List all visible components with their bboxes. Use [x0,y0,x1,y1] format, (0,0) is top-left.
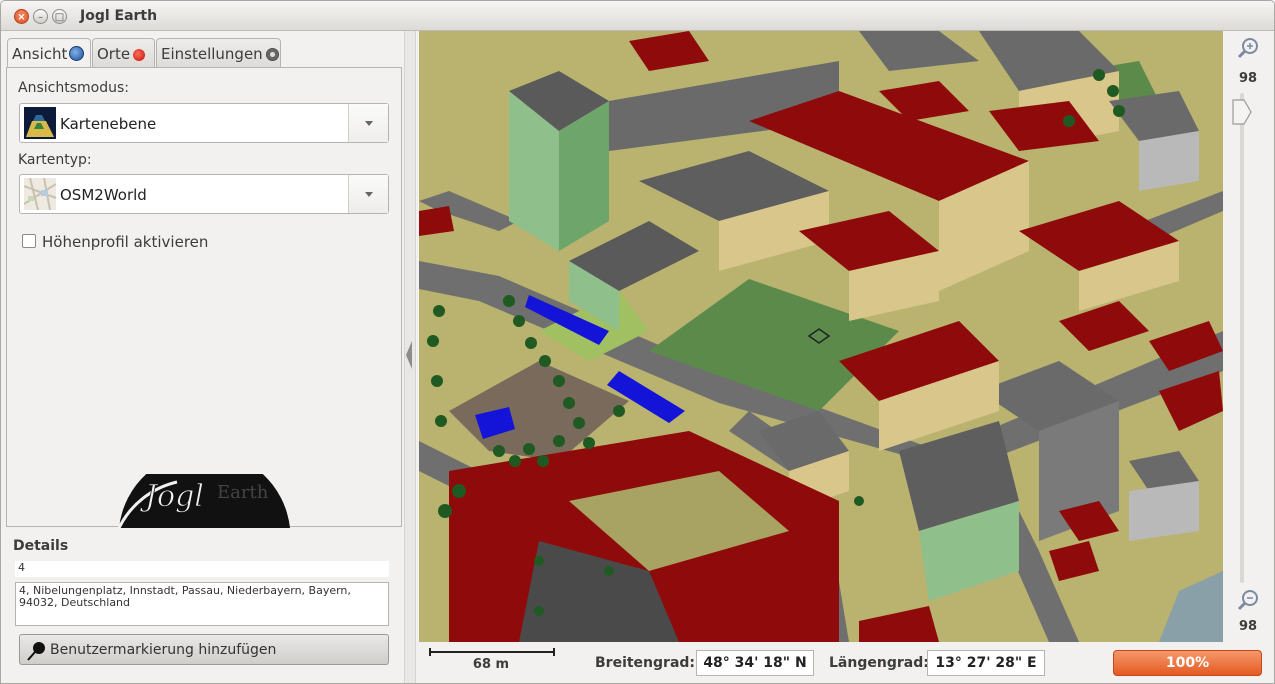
pin-icon [133,49,146,61]
latitude-field[interactable]: 48° 34' 18" N [696,650,814,676]
minimize-window-button[interactable]: – [33,9,48,24]
zoom-out-icon[interactable] [1237,589,1259,611]
map-type-label: Kartentyp: [18,152,92,168]
loading-progress-text: 100% [1165,655,1210,671]
maximize-window-button[interactable]: □ [52,9,67,24]
map-plane-icon [24,107,56,139]
view-mode-value: Kartenebene [60,115,157,133]
elevation-checkbox-label: Höhenprofil aktivieren [42,233,209,251]
tab-einstellungen[interactable]: Einstellungen [156,38,281,68]
longitude-field[interactable]: 13° 27' 28" E [927,650,1045,676]
map-thumbnail-icon [24,178,56,210]
tab-orte[interactable]: Orte [92,38,155,68]
tab-einstellungen-label: Einstellungen [161,45,263,63]
scale-label: 68 m [472,657,510,672]
details-number-field[interactable]: 4 [15,561,389,577]
zoom-slider-track[interactable] [1240,93,1244,583]
chevron-down-icon[interactable] [348,104,388,142]
panel-splitter[interactable] [404,31,416,683]
ansicht-panel: Ansichtsmodus: Kartenebene Kartentyp: OS… [6,67,402,528]
zoom-top-value: 98 [1238,71,1258,86]
svg-text:Jogl: Jogl [139,479,204,514]
zoom-panel: 98 98 [1223,31,1274,642]
tab-orte-label: Orte [97,45,131,63]
window-title: Jogl Earth [80,8,158,24]
scale-bar [429,648,555,656]
add-user-marker-button[interactable]: Benutzermarkierung hinzufügen [19,634,389,665]
details-address-field[interactable]: 4, Nibelungenplatz, Innstadt, Passau, Ni… [15,582,389,626]
globe-icon [69,46,85,61]
pin-icon [27,642,45,661]
gear-icon [265,48,279,61]
elevation-checkbox[interactable] [22,234,36,248]
view-mode-select[interactable]: Kartenebene [19,103,389,143]
zoom-in-icon[interactable] [1237,37,1259,59]
app-window: × – □ Jogl Earth Ansicht Orte Einstellun… [0,0,1275,684]
add-user-marker-label: Benutzermarkierung hinzufügen [50,642,277,658]
svg-text:Earth: Earth [217,482,269,503]
longitude-label: Längengrad: [829,655,929,671]
zoom-slider-thumb[interactable] [1232,99,1252,125]
close-window-button[interactable]: × [14,9,29,24]
map-type-value: OSM2World [60,186,147,204]
map-type-select[interactable]: OSM2World [19,174,389,214]
latitude-label: Breitengrad: [595,655,696,671]
zoom-bottom-value: 98 [1238,619,1258,634]
tab-ansicht[interactable]: Ansicht [7,38,91,69]
details-heading: Details [13,538,69,554]
loading-progress-bar: 100% [1113,650,1262,676]
chevron-down-icon[interactable] [348,175,388,213]
jogl-earth-logo: Jogl Earth [117,474,290,528]
collapse-arrow-icon[interactable] [406,341,412,369]
view-mode-label: Ansichtsmodus: [18,80,129,96]
title-bar: × – □ Jogl Earth [1,1,1274,31]
tab-ansicht-label: Ansicht [12,45,68,63]
map-3d-view[interactable] [419,31,1223,642]
